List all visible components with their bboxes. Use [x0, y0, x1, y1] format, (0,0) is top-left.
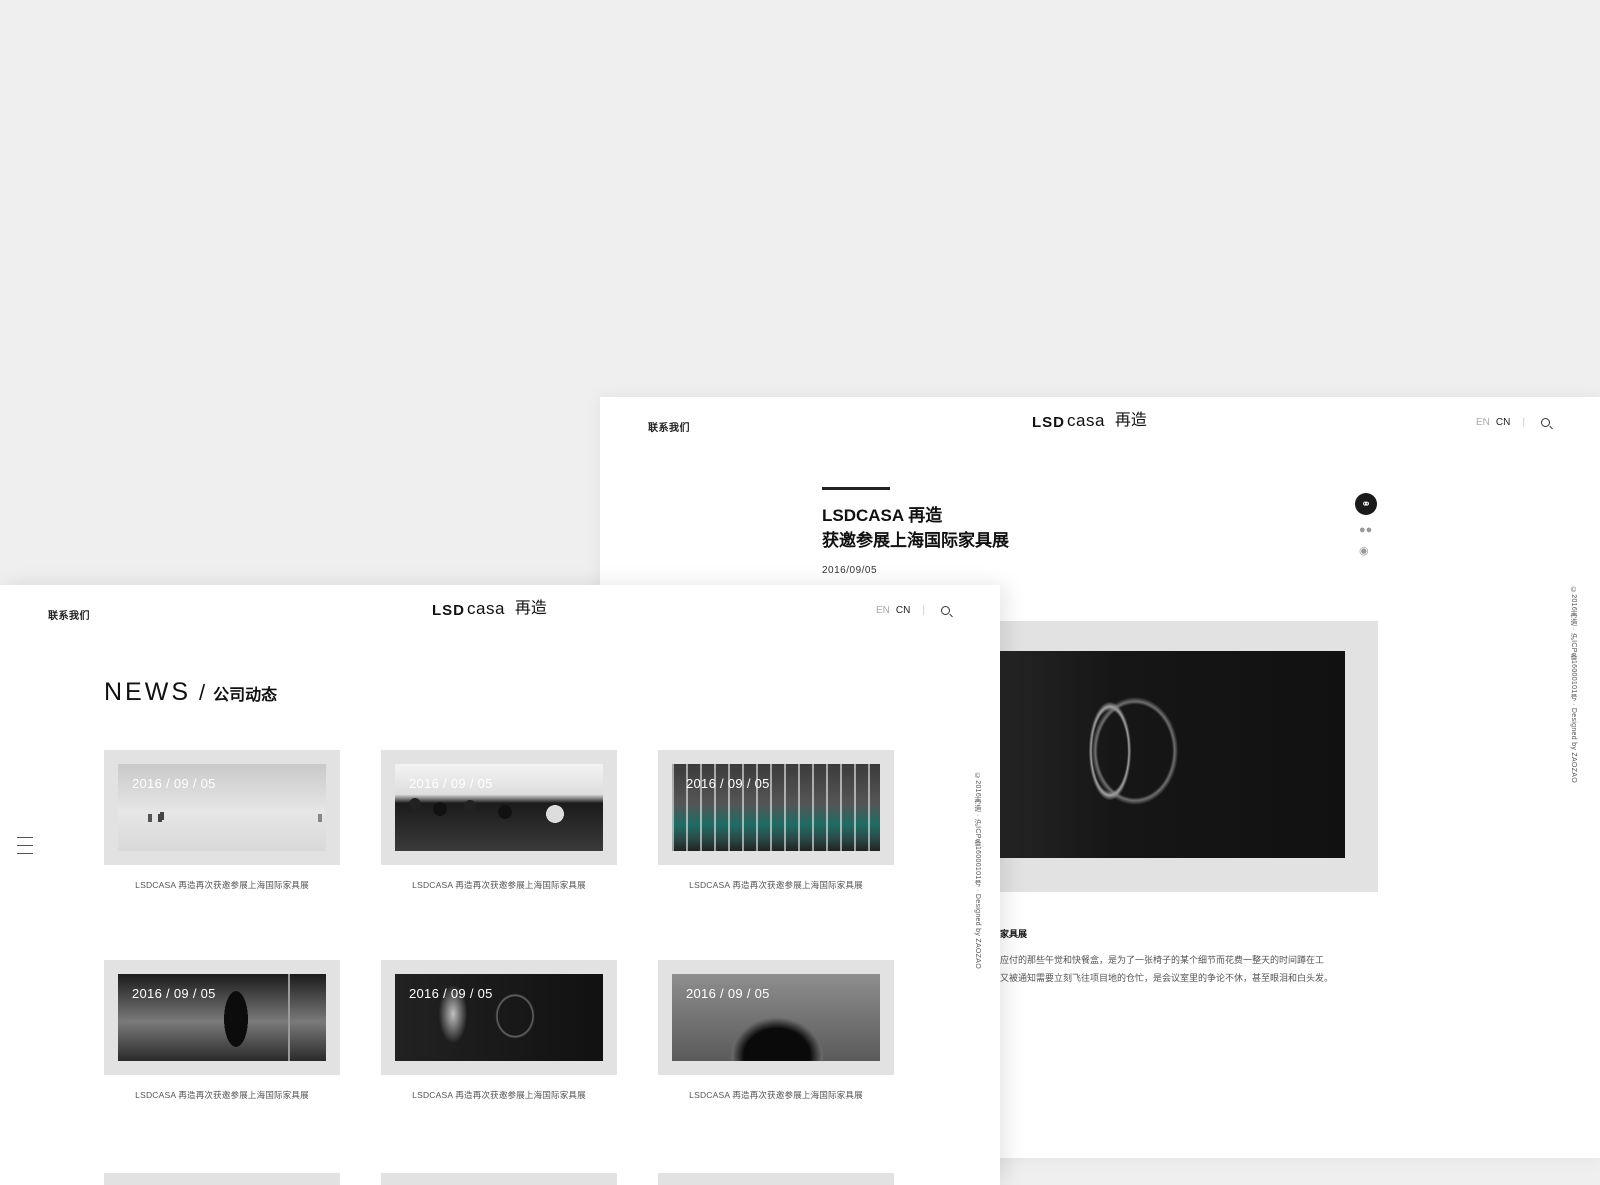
news-card[interactable]: 2016 / 09 / 05 LSDCASA 再造再次获邀参展上海国际家具展 — [381, 960, 617, 1101]
article-hero-image — [960, 651, 1345, 858]
article-date: 2016/09/05 — [822, 565, 878, 576]
news-card-frame: 2016 / 09 / 05 — [104, 960, 340, 1075]
article-title-line1: LSDCASA 再造 — [822, 506, 943, 525]
menu-icon[interactable] — [17, 837, 33, 861]
news-card-caption[interactable]: LSDCASA 再造再次获邀参展上海国际家具展 — [381, 879, 617, 891]
news-card[interactable]: 2016 / 09 / 05 LSDCASA 再造再次获邀参展上海国际家具展 — [658, 960, 894, 1101]
news-card-caption[interactable]: LSDCASA 再造再次获邀参展上海国际家具展 — [104, 1089, 340, 1101]
news-card-caption[interactable]: LSDCASA 再造再次获邀参展上海国际家具展 — [658, 879, 894, 891]
copyright-vertical: ©2016再造 · 沪ICP备16000101号 · Designed by Z… — [1570, 587, 1577, 783]
news-card-frame: 2016 / 09 / 05 — [381, 960, 617, 1075]
news-card-partial[interactable] — [381, 1173, 617, 1185]
article-body-line2: 又被通知需要立刻飞往项目地的仓忙，是会议室里的争论不休，甚至眼泪和白头发。 — [1000, 973, 1334, 983]
logo-casa: casa — [1067, 411, 1105, 430]
lang-divider: | — [1522, 417, 1525, 428]
article-subtitle: 家具展 — [1000, 929, 1028, 939]
contact-link[interactable]: 联系我们 — [648, 419, 690, 434]
news-card-date: 2016 / 09 / 05 — [132, 986, 216, 1001]
search-icon[interactable] — [1540, 418, 1550, 427]
article-title-line2: 获邀参展上海国际家具展 — [822, 531, 1009, 550]
page-title: NEWS / 公司动态 — [104, 678, 277, 707]
language-switcher: EN CN | — [1476, 417, 1550, 428]
article-hero-frame — [960, 621, 1378, 892]
logo-lsd: LSD — [432, 602, 465, 619]
article-body-line1: 应付的那些午觉和快餐盒，是为了一张椅子的某个细节而花费一整天的时间蹲在工 — [1000, 955, 1325, 965]
news-card-frame: 2016 / 09 / 05 — [104, 750, 340, 865]
share-icon[interactable]: ⚭ — [1355, 493, 1377, 515]
logo-lsd: LSD — [1032, 414, 1065, 431]
news-card-frame: 2016 / 09 / 05 — [658, 960, 894, 1075]
news-card-date: 2016 / 09 / 05 — [686, 986, 770, 1001]
search-icon[interactable] — [940, 606, 950, 615]
lang-cn[interactable]: CN — [896, 605, 910, 616]
news-card-partial[interactable] — [658, 1173, 894, 1185]
news-card-partial[interactable] — [104, 1173, 340, 1185]
news-card[interactable]: 2016 / 09 / 05 LSDCASA 再造再次获邀参展上海国际家具展 — [381, 750, 617, 891]
news-card-caption[interactable]: LSDCASA 再造再次获邀参展上海国际家具展 — [381, 1089, 617, 1101]
wechat-icon[interactable]: ●● — [1359, 524, 1372, 536]
news-card-caption[interactable]: LSDCASA 再造再次获邀参展上海国际家具展 — [104, 879, 340, 891]
lang-en[interactable]: EN — [1476, 417, 1490, 428]
news-card[interactable]: 2016 / 09 / 05 LSDCASA 再造再次获邀参展上海国际家具展 — [104, 750, 340, 891]
logo-zh: 再造 — [1114, 412, 1147, 429]
page-title-zh: 公司动态 — [213, 687, 278, 704]
copyright-vertical: ©2016再造 · 沪ICP备16000101号 · Designed by Z… — [974, 773, 981, 969]
news-card-frame: 2016 / 09 / 05 — [658, 750, 894, 865]
language-switcher: EN CN | — [876, 605, 950, 616]
news-card-date: 2016 / 09 / 05 — [409, 986, 493, 1001]
news-card-date: 2016 / 09 / 05 — [409, 776, 493, 791]
news-card[interactable]: 2016 / 09 / 05 LSDCASA 再造再次获邀参展上海国际家具展 — [658, 750, 894, 891]
logo-zh: 再造 — [514, 600, 547, 617]
page-title-slash: / — [199, 680, 206, 705]
news-card-frame: 2016 / 09 / 05 — [381, 750, 617, 865]
article-body: 应付的那些午觉和快餐盒，是为了一张椅子的某个细节而花费一整天的时间蹲在工 又被通… — [1000, 951, 1333, 987]
news-card-caption[interactable]: LSDCASA 再造再次获邀参展上海国际家具展 — [658, 1089, 894, 1101]
lang-en[interactable]: EN — [876, 605, 890, 616]
logo-casa: casa — [467, 599, 505, 618]
contact-link[interactable]: 联系我们 — [48, 607, 90, 622]
news-card[interactable]: 2016 / 09 / 05 LSDCASA 再造再次获邀参展上海国际家具展 — [104, 960, 340, 1101]
logo[interactable]: LSD casa 再造 — [432, 595, 547, 619]
article-title: LSDCASA 再造 获邀参展上海国际家具展 — [822, 503, 1009, 553]
lang-divider: | — [922, 605, 925, 616]
news-card-date: 2016 / 09 / 05 — [686, 776, 770, 791]
lang-cn[interactable]: CN — [1496, 417, 1510, 428]
weibo-icon[interactable]: ◉ — [1359, 544, 1369, 557]
news-card-date: 2016 / 09 / 05 — [132, 776, 216, 791]
title-rule — [822, 487, 890, 490]
page-title-en: NEWS — [104, 678, 191, 706]
logo[interactable]: LSD casa 再造 — [1032, 407, 1147, 431]
news-list-page: 联系我们 LSD casa 再造 EN CN | NEWS / 公司动态 ©20… — [0, 585, 1000, 1185]
